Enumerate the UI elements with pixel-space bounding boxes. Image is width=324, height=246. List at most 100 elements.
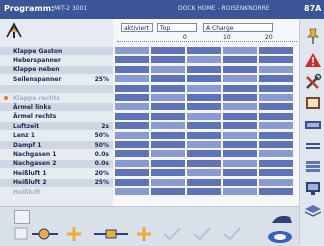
grid-cell[interactable] <box>151 150 185 158</box>
grid-cell[interactable] <box>151 84 185 92</box>
grid-cell[interactable] <box>151 47 185 54</box>
tools-icon[interactable] <box>303 73 323 91</box>
grid-cell[interactable] <box>223 159 257 167</box>
grid-cell[interactable] <box>223 122 257 130</box>
grid-cell[interactable] <box>223 131 257 139</box>
grid-cell[interactable] <box>259 178 293 186</box>
grid-cell[interactable] <box>115 178 149 186</box>
conveyor-icon[interactable] <box>264 227 296 245</box>
grid-cell[interactable] <box>259 188 293 195</box>
grid-cell[interactable] <box>115 84 149 92</box>
hand-icon[interactable] <box>268 209 296 227</box>
layers-icon[interactable] <box>303 201 323 219</box>
grid-cell[interactable] <box>223 75 257 83</box>
warning-icon[interactable] <box>303 51 323 69</box>
grid-cell[interactable] <box>115 159 149 167</box>
grid-cell[interactable] <box>187 94 221 101</box>
grid-cell[interactable] <box>223 150 257 158</box>
grid-cell[interactable] <box>115 188 149 195</box>
clamp-plus-icon[interactable] <box>64 225 84 242</box>
param-row[interactable]: Ärmel rechts <box>0 113 113 121</box>
grid-cell[interactable] <box>115 65 149 73</box>
check-three-icon[interactable] <box>220 225 244 242</box>
clamp-minus-2-icon[interactable] <box>92 225 130 242</box>
param-row[interactable]: Heißluft 1 20% <box>0 169 113 177</box>
grid-cell[interactable] <box>259 159 293 167</box>
grid-cell[interactable] <box>187 150 221 158</box>
grid-cell[interactable] <box>115 47 149 54</box>
param-row[interactable]: Nachgasen 2 0.0s <box>0 159 113 168</box>
grid-cell[interactable] <box>223 169 257 177</box>
grid-cell[interactable] <box>187 188 221 195</box>
grid-cell[interactable] <box>223 178 257 186</box>
grid-cell[interactable] <box>187 159 221 167</box>
grid-cell[interactable] <box>223 94 257 101</box>
grid-cell[interactable] <box>151 94 185 101</box>
param-row[interactable]: Lenz 1 50% <box>0 132 113 140</box>
clamp-minus-icon[interactable] <box>30 225 60 242</box>
grid-cell[interactable] <box>115 103 149 111</box>
grid-cell[interactable] <box>187 47 221 54</box>
grid-cell[interactable] <box>151 56 185 64</box>
mode-field[interactable]: aktiviert <box>121 23 153 32</box>
grid-cell[interactable] <box>223 103 257 111</box>
grid-cell[interactable] <box>187 178 221 186</box>
grid-cell[interactable] <box>259 112 293 120</box>
param-row[interactable]: Seilenspanner 25% <box>0 75 113 83</box>
grid-cell[interactable] <box>187 56 221 64</box>
param-row[interactable]: Nachgasen 1 0.0s <box>0 150 113 158</box>
grid-cell[interactable] <box>187 103 221 111</box>
grid-cell[interactable] <box>187 84 221 92</box>
grid-cell[interactable] <box>187 75 221 83</box>
grid-cell[interactable] <box>259 75 293 83</box>
book-icon[interactable] <box>303 94 323 112</box>
grid-cell[interactable] <box>115 75 149 83</box>
grid-cell[interactable] <box>115 131 149 139</box>
grid-cell[interactable] <box>259 94 293 101</box>
grid-cell[interactable] <box>223 112 257 120</box>
grid-cell[interactable] <box>151 122 185 130</box>
param-row[interactable]: Klappe rechts <box>0 94 113 102</box>
grid-cell[interactable] <box>223 141 257 148</box>
grid-cell[interactable] <box>151 112 185 120</box>
small-box-icon[interactable] <box>14 210 30 224</box>
param-row[interactable]: Klappe neben <box>0 65 113 74</box>
grid-cell[interactable] <box>223 65 257 73</box>
grid-cell[interactable] <box>259 103 293 111</box>
grid-cell[interactable] <box>187 169 221 177</box>
grid-cell[interactable] <box>115 150 149 158</box>
grid-cell[interactable] <box>259 122 293 130</box>
grid-cell[interactable] <box>187 122 221 130</box>
grid-cell[interactable] <box>259 141 293 148</box>
grid-cell[interactable] <box>115 94 149 101</box>
param-row[interactable] <box>0 84 113 93</box>
stack-icon[interactable] <box>303 157 323 175</box>
top-select[interactable]: Top <box>157 23 197 32</box>
grid-cell[interactable] <box>223 56 257 64</box>
timing-grid[interactable]: aktiviert Top A Charge 0 10 20 <box>113 19 299 206</box>
grid-cell[interactable] <box>115 56 149 64</box>
grid-cell[interactable] <box>115 141 149 148</box>
grid-cell[interactable] <box>151 159 185 167</box>
check-one-icon[interactable] <box>160 225 184 242</box>
thumbtack-icon[interactable] <box>303 27 323 45</box>
grid-cell[interactable] <box>223 47 257 54</box>
param-row[interactable]: Heberspanner <box>0 56 113 64</box>
param-row[interactable]: Heißluft 2 25% <box>0 178 113 187</box>
grid-cell[interactable] <box>151 169 185 177</box>
grid-cell[interactable] <box>151 188 185 195</box>
param-row[interactable]: Heißluft <box>0 188 113 196</box>
param-row[interactable]: Dampf 1 50% <box>0 141 113 149</box>
grid-cell[interactable] <box>115 122 149 130</box>
equals-icon[interactable] <box>303 137 323 155</box>
param-row[interactable]: Luftzeit 2s <box>0 122 113 131</box>
grid-cell[interactable] <box>259 65 293 73</box>
param-row[interactable]: Ärmel links <box>0 103 113 112</box>
grid-cell[interactable] <box>115 112 149 120</box>
sheet-icon[interactable] <box>303 116 323 134</box>
grid-cell[interactable] <box>223 188 257 195</box>
grid-cell[interactable] <box>259 169 293 177</box>
grid-cell[interactable] <box>187 112 221 120</box>
grid-cell[interactable] <box>151 103 185 111</box>
grid-cell[interactable] <box>151 75 185 83</box>
